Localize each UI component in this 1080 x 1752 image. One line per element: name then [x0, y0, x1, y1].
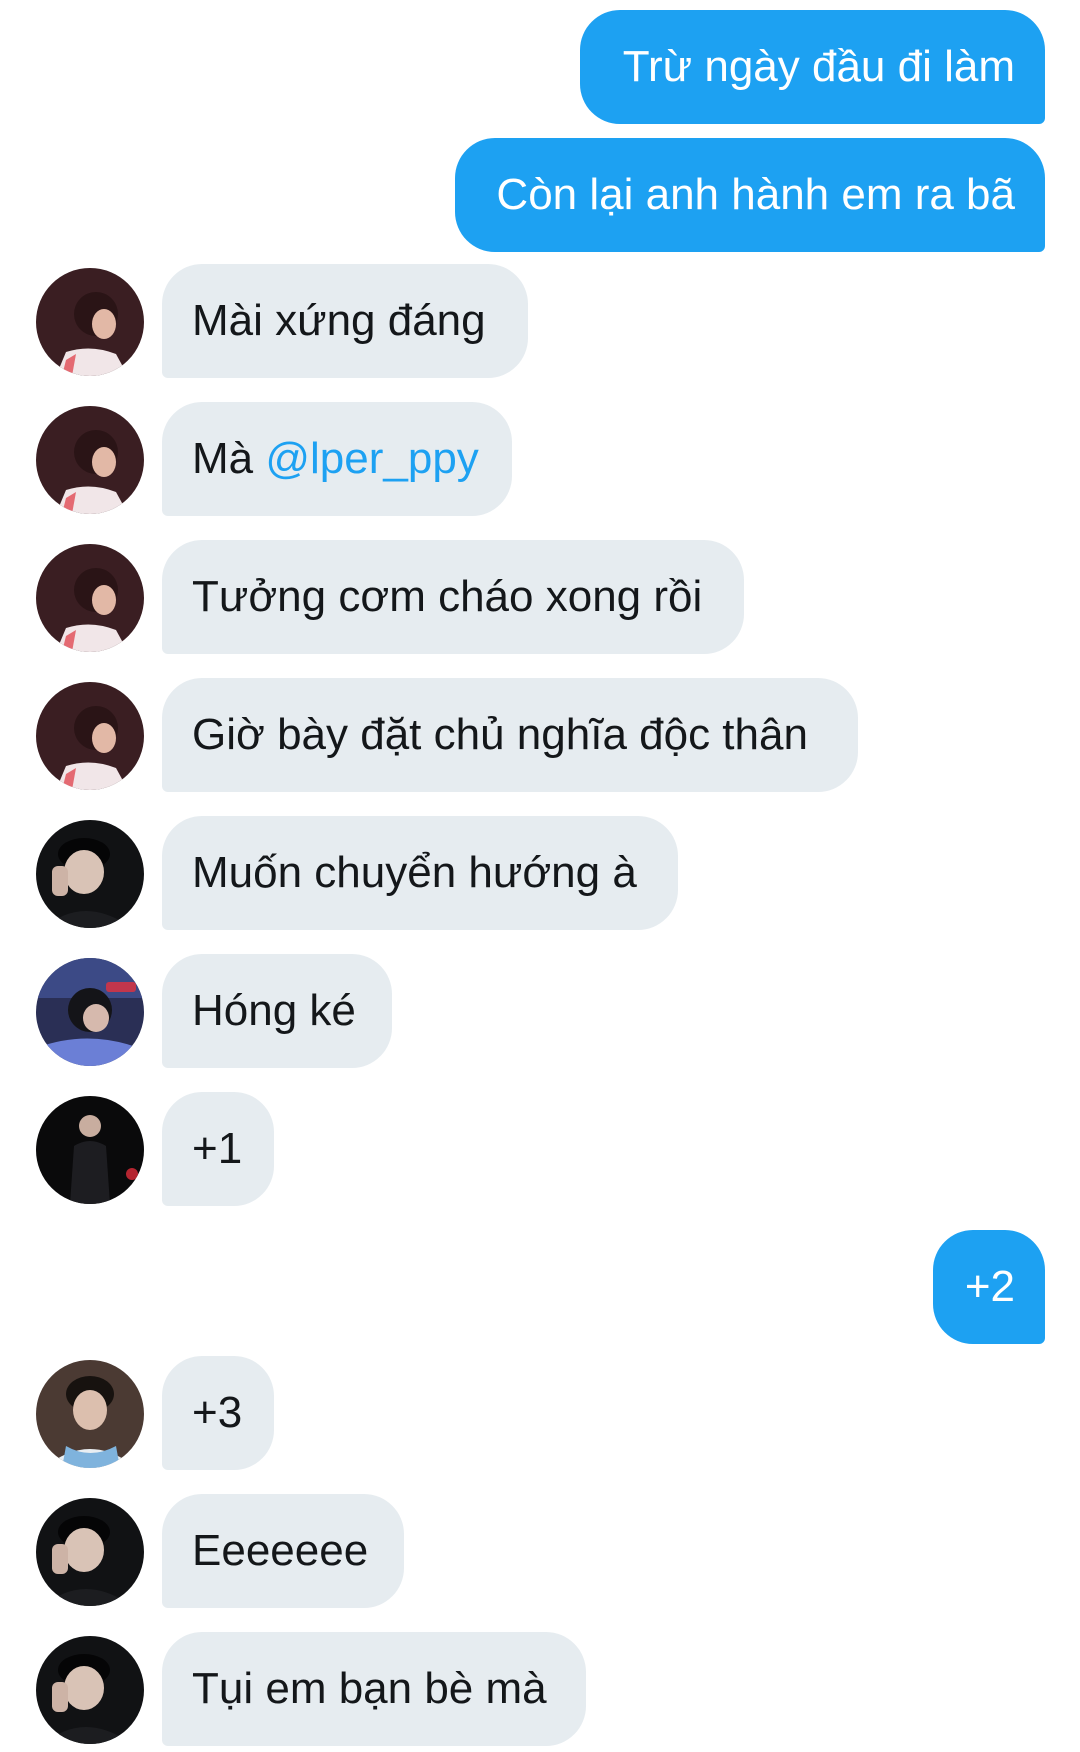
user-a-avatar[interactable]	[36, 544, 144, 652]
message-bubble-incoming[interactable]: Mà @lper_ppy	[162, 402, 512, 516]
message-bubble-incoming[interactable]: Muốn chuyển hướng à	[162, 816, 678, 930]
chat-thread: Trừ ngày đầu đi làm Còn lại anh hành em …	[0, 0, 1080, 1752]
message-text: +3	[192, 1388, 243, 1437]
message-text: Mà	[192, 434, 266, 483]
message-text: Mài xứng đáng	[192, 296, 486, 345]
message-bubble-outgoing[interactable]: +2	[933, 1230, 1045, 1344]
message-text: Giờ bày đặt chủ nghĩa độc thân	[192, 710, 808, 759]
message-bubble-incoming[interactable]: +1	[162, 1092, 274, 1206]
message-text: Hóng ké	[192, 986, 356, 1035]
message-text: Tưởng cơm cháo xong rồi	[192, 572, 703, 621]
message-bubble-incoming[interactable]: Tụi em bạn bè mà	[162, 1632, 586, 1746]
message-text: Còn lại anh hành em ra bã	[496, 170, 1015, 219]
message-bubble-incoming[interactable]: Eeeeeee	[162, 1494, 404, 1608]
message-bubble-outgoing[interactable]: Trừ ngày đầu đi làm	[580, 10, 1045, 124]
message-bubble-incoming[interactable]: Hóng ké	[162, 954, 392, 1068]
user-mention-link[interactable]: @lper_ppy	[265, 434, 478, 483]
user-a-avatar[interactable]	[36, 682, 144, 790]
message-bubble-incoming[interactable]: Mài xứng đáng	[162, 264, 528, 378]
message-bubble-incoming[interactable]: Giờ bày đặt chủ nghĩa độc thân	[162, 678, 858, 792]
message-bubble-incoming[interactable]: Tưởng cơm cháo xong rồi	[162, 540, 744, 654]
message-bubble-incoming[interactable]: +3	[162, 1356, 274, 1470]
message-text: Eeeeeee	[192, 1526, 369, 1575]
message-text: +2	[964, 1262, 1015, 1311]
user-d-avatar[interactable]	[36, 1096, 144, 1204]
user-b-avatar[interactable]	[36, 1636, 144, 1744]
user-a-avatar[interactable]	[36, 406, 144, 514]
user-c-avatar[interactable]	[36, 958, 144, 1066]
message-text: Muốn chuyển hướng à	[192, 848, 637, 897]
user-b-avatar[interactable]	[36, 1498, 144, 1606]
message-text: Trừ ngày đầu đi làm	[622, 42, 1015, 91]
message-text: +1	[192, 1124, 243, 1173]
user-a-avatar[interactable]	[36, 268, 144, 376]
user-b-avatar[interactable]	[36, 820, 144, 928]
message-bubble-outgoing[interactable]: Còn lại anh hành em ra bã	[455, 138, 1045, 252]
message-text: Tụi em bạn bè mà	[192, 1664, 547, 1713]
user-e-avatar[interactable]	[36, 1360, 144, 1468]
